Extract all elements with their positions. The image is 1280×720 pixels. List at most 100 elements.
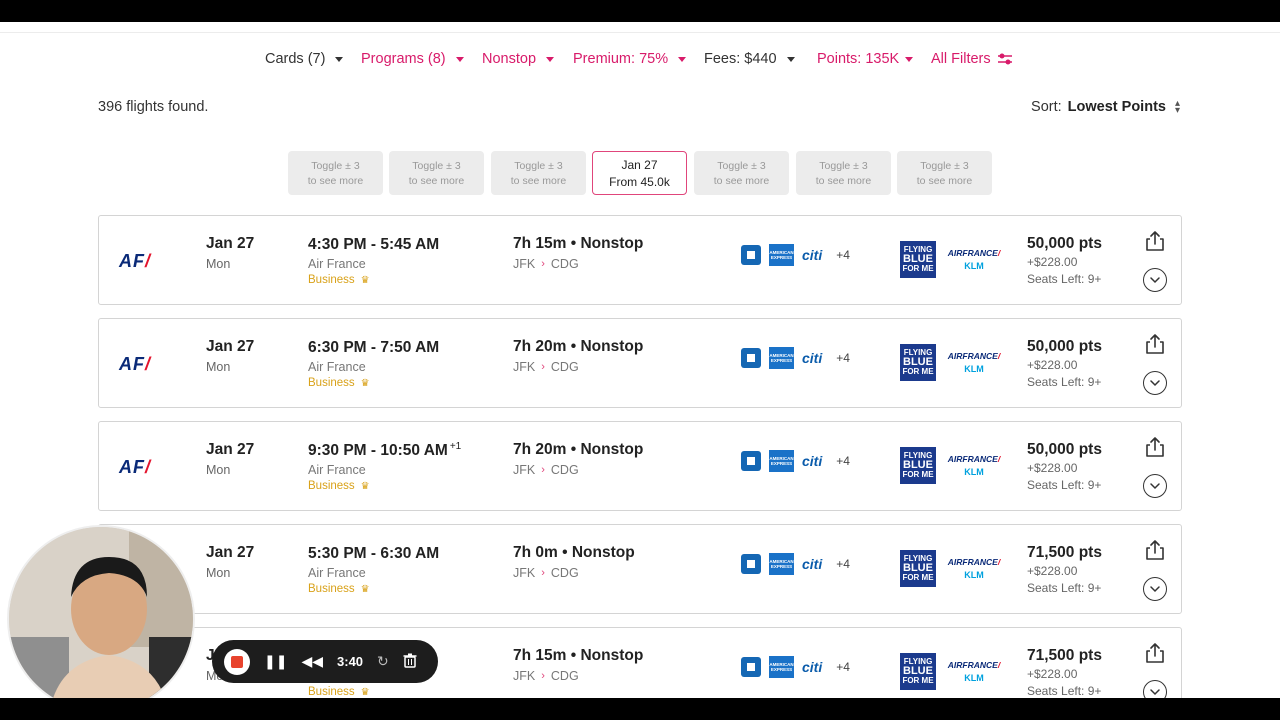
- filter-premium[interactable]: Premium: 75%: [573, 51, 687, 67]
- filter-label: Programs (8): [361, 51, 446, 67]
- expand-button[interactable]: [1143, 268, 1167, 292]
- share-icon[interactable]: [1144, 436, 1166, 458]
- more-cards-count[interactable]: +4: [836, 248, 850, 262]
- seats-left: Seats Left: 9+: [1027, 478, 1102, 492]
- date-chip-selected[interactable]: Jan 27 From 45.0k: [592, 151, 687, 195]
- filter-cards[interactable]: Cards (7): [265, 51, 344, 67]
- flight-search-page: Cards (7) Programs (8) Nonstop Premium: …: [0, 22, 1280, 698]
- flight-duration: 7h 20m • Nonstop: [513, 441, 644, 458]
- flight-times: 4:30 PM - 5:45 AM: [308, 235, 441, 254]
- filter-label: Cards (7): [265, 51, 326, 67]
- more-cards-count[interactable]: +4: [836, 557, 850, 571]
- chip-line2: to see more: [713, 174, 770, 187]
- flying-blue-logo: FLYING BLUE FOR ME: [900, 241, 936, 278]
- date-chip[interactable]: Toggle ± 3 to see more: [288, 151, 383, 195]
- chip-line1: Toggle ± 3: [819, 159, 868, 172]
- trash-icon[interactable]: [403, 653, 417, 671]
- date-chip[interactable]: Toggle ± 3 to see more: [796, 151, 891, 195]
- flying-blue-logo: FLYING BLUE FOR ME: [900, 653, 936, 690]
- share-icon[interactable]: [1144, 539, 1166, 561]
- transfer-cards: AMERICAN EXPRESS citi +4: [741, 347, 850, 369]
- rewind-icon[interactable]: ◀◀: [301, 653, 323, 670]
- destination: CDG: [550, 360, 579, 374]
- date-chip[interactable]: Toggle ± 3 to see more: [491, 151, 586, 195]
- date-chip[interactable]: Toggle ± 3 to see more: [389, 151, 484, 195]
- chip-line2: to see more: [408, 174, 465, 187]
- filter-nonstop[interactable]: Nonstop: [482, 51, 555, 67]
- flight-row[interactable]: AF/ Jan 27 Mon 9:30 PM - 10:50 AM +1 Air …: [98, 421, 1182, 511]
- chip-line1: Toggle ± 3: [514, 159, 563, 172]
- filter-programs[interactable]: Programs (8): [361, 51, 464, 67]
- flight-duration: 7h 20m • Nonstop: [513, 338, 644, 355]
- chip-line2: to see more: [815, 174, 872, 187]
- trash-svg: [403, 653, 417, 668]
- flight-duration: 7h 15m • Nonstop: [513, 235, 644, 252]
- chevron-down-icon: [1150, 277, 1160, 284]
- more-cards-count[interactable]: +4: [836, 351, 850, 365]
- share-icon[interactable]: [1144, 230, 1166, 252]
- airfrance-klm-logo: AIRFRANCE/KLM: [947, 557, 1001, 580]
- stop-recording-button[interactable]: [224, 648, 250, 675]
- transfer-cards: AMERICAN EXPRESS citi +4: [741, 656, 850, 678]
- flying-blue-logo: FLYING BLUE FOR ME: [900, 447, 936, 484]
- date-chip[interactable]: Toggle ± 3 to see more: [694, 151, 789, 195]
- cabin-label: Business: [308, 686, 355, 698]
- seats-left: Seats Left: 9+: [1027, 272, 1102, 286]
- chip-line1: Toggle ± 3: [920, 159, 969, 172]
- origin: JFK: [513, 566, 536, 580]
- sort-arrows-icon: ▴ ▾: [1174, 98, 1180, 116]
- flight-row[interactable]: AF/ Jan 27 Mon 6:30 PM - 7:50 AM Air Fra…: [98, 318, 1182, 408]
- airline-name: Air France: [308, 566, 366, 580]
- flight-date: Jan 27: [206, 441, 255, 458]
- screen-bottom-bar: [0, 698, 1280, 720]
- chevron-right-icon: ›: [541, 258, 545, 270]
- expand-button[interactable]: [1143, 680, 1167, 698]
- expand-button[interactable]: [1143, 577, 1167, 601]
- date-chip[interactable]: Toggle ± 3 to see more: [897, 151, 992, 195]
- chevron-down-icon: [1150, 380, 1160, 387]
- filter-all[interactable]: All Filters: [931, 51, 1013, 67]
- air-france-logo: AF/: [119, 251, 152, 271]
- crown-icon: ♛: [360, 480, 370, 492]
- screen-top-bar: [0, 0, 1280, 22]
- more-cards-count[interactable]: +4: [836, 454, 850, 468]
- expand-button[interactable]: [1143, 474, 1167, 498]
- cabin-class: Business ♛: [308, 377, 370, 389]
- flight-weekday: Mon: [206, 566, 231, 580]
- flight-row[interactable]: AF/ Jan 27 Mon 4:30 PM - 5:45 AM Air Fra…: [98, 215, 1182, 305]
- filter-fees[interactable]: Fees: $440: [704, 51, 795, 67]
- stop-icon: [231, 655, 243, 668]
- origin: JFK: [513, 257, 536, 271]
- sort-control[interactable]: Sort: Lowest Points ▴ ▾: [1031, 98, 1180, 116]
- program-logos: FLYING BLUE FOR ME AIRFRANCE/KLM: [900, 447, 1008, 484]
- filter-points[interactable]: Points: 135K: [817, 51, 914, 67]
- program-logos: FLYING BLUE FOR ME AIRFRANCE/KLM: [900, 550, 1008, 587]
- points-price: 71,500 pts: [1027, 647, 1102, 664]
- cabin-label: Business: [308, 583, 355, 595]
- amex-icon: AMERICAN EXPRESS: [769, 347, 794, 369]
- citi-icon: citi: [802, 659, 823, 675]
- results-count: 396 flights found.: [98, 99, 209, 115]
- citi-icon: citi: [802, 350, 823, 366]
- filter-label: Premium: 75%: [573, 51, 669, 67]
- presenter-image: [9, 527, 193, 698]
- restart-icon[interactable]: ↻: [377, 653, 389, 670]
- expand-button[interactable]: [1143, 371, 1167, 395]
- flying-blue-logo: FLYING BLUE FOR ME: [900, 344, 936, 381]
- caret-down-icon: [455, 56, 464, 62]
- more-cards-count[interactable]: +4: [836, 660, 850, 674]
- share-icon[interactable]: [1144, 333, 1166, 355]
- share-icon[interactable]: [1144, 642, 1166, 664]
- sliders-icon: [997, 53, 1012, 65]
- filter-label: Nonstop: [482, 51, 537, 67]
- chevron-down-icon: [1150, 586, 1160, 593]
- pause-icon[interactable]: ❚❚: [264, 653, 287, 670]
- sort-label: Sort:: [1031, 99, 1062, 115]
- flight-row[interactable]: AF/ Jan 27 Mon 5:30 PM - 6:30 AM Air Fra…: [98, 524, 1182, 614]
- cabin-class: Business ♛: [308, 274, 370, 286]
- airfrance-klm-logo: AIRFRANCE/KLM: [947, 248, 1001, 271]
- filter-bar: Cards (7) Programs (8) Nonstop Premium: …: [0, 51, 1280, 71]
- seats-left: Seats Left: 9+: [1027, 581, 1102, 595]
- airfrance-klm-logo: AIRFRANCE/KLM: [947, 660, 1001, 683]
- flight-route: JFK › CDG: [513, 566, 579, 580]
